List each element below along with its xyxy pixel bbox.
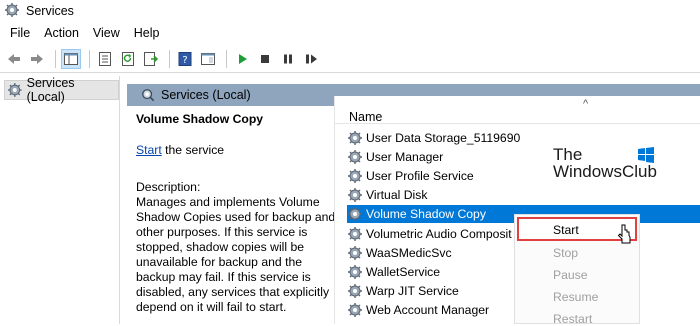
refresh-icon: [122, 51, 134, 66]
toolbar-separator: [169, 49, 170, 68]
menu-help[interactable]: Help: [134, 26, 160, 40]
context-menu-pause[interactable]: Pause: [553, 268, 588, 282]
view-button[interactable]: [198, 49, 218, 69]
tree-item-services-local[interactable]: Services (Local): [4, 76, 119, 104]
stop-icon: [261, 54, 269, 63]
console-tree-pane: Services (Local): [0, 76, 120, 324]
pause-icon: [284, 54, 292, 63]
service-gear-icon: [347, 245, 363, 261]
service-gear-icon: [347, 302, 363, 318]
properties-button[interactable]: [95, 49, 115, 69]
back-button[interactable]: [4, 49, 24, 69]
search-gear-icon: [142, 89, 155, 102]
service-name: User Manager: [366, 150, 444, 165]
help-button[interactable]: ?: [175, 49, 195, 69]
menu-view[interactable]: View: [93, 26, 120, 40]
service-name: User Profile Service: [366, 169, 474, 184]
restart-icon: [306, 54, 317, 63]
service-gear-icon: [347, 264, 363, 280]
start-service-line: Start the service: [136, 143, 336, 158]
pause-service-button[interactable]: [278, 49, 298, 69]
service-gear-icon: [347, 283, 363, 299]
window-title: Services: [26, 4, 74, 18]
view-icon: [201, 52, 215, 65]
pane-header-title: Services (Local): [161, 88, 251, 102]
svg-text:?: ?: [182, 55, 187, 66]
service-name: WalletService: [366, 264, 441, 279]
menu-action[interactable]: Action: [44, 26, 79, 40]
service-name: Volumetric Audio Composit: [366, 226, 512, 241]
service-gear-icon: [347, 226, 363, 242]
start-service-suffix: the service: [161, 143, 225, 157]
service-name: Volume Shadow Copy: [366, 207, 486, 222]
toolbar-separator: [55, 49, 56, 68]
description-label: Description:: [136, 180, 201, 194]
windows-logo-icon: [638, 147, 654, 163]
context-menu-stop[interactable]: Stop: [553, 246, 578, 260]
selected-service-name: Volume Shadow Copy: [136, 112, 264, 126]
refresh-button[interactable]: [118, 49, 138, 69]
column-header: ^ Name: [335, 96, 700, 124]
service-name: Web Account Manager: [366, 302, 490, 317]
mouse-cursor-icon: [617, 224, 631, 244]
service-name: WaaSMedicSvc: [366, 245, 452, 260]
tree-item-label: Services (Local): [26, 76, 75, 104]
watermark-line2: WindowsClub: [553, 162, 657, 181]
service-gear-icon: [347, 206, 363, 222]
menu-bar: File Action View Help: [0, 24, 168, 42]
service-row[interactable]: User Data Storage_5119690: [347, 129, 700, 147]
forward-button[interactable]: [27, 49, 47, 69]
title-bar: Services: [0, 0, 700, 22]
gear-icon: [7, 83, 22, 97]
arrow-left-icon: [8, 53, 20, 64]
console-tree-icon: [64, 52, 78, 65]
start-service-button[interactable]: [232, 49, 252, 69]
services-app-icon: [4, 2, 20, 21]
properties-icon: [99, 51, 111, 66]
service-name: Warp JIT Service: [366, 283, 459, 298]
service-gear-icon: [347, 187, 363, 203]
stop-service-button[interactable]: [255, 49, 275, 69]
menu-file[interactable]: File: [10, 26, 30, 40]
toolbar-separator: [226, 49, 227, 68]
service-row[interactable]: Virtual Disk: [347, 186, 700, 204]
context-menu-start[interactable]: Start: [553, 223, 579, 237]
restart-service-button[interactable]: [301, 49, 321, 69]
sort-indicator-icon: ^: [583, 98, 589, 110]
help-icon: ?: [178, 51, 192, 66]
play-icon: [239, 53, 247, 64]
service-name: Virtual Disk: [366, 188, 428, 203]
show-hide-console-tree-button[interactable]: [61, 48, 81, 69]
toolbar: ?: [0, 45, 700, 73]
start-service-link[interactable]: Start: [136, 143, 162, 157]
context-menu-resume[interactable]: Resume: [553, 290, 598, 304]
toolbar-separator: [89, 49, 90, 68]
service-gear-icon: [347, 168, 363, 184]
service-gear-icon: [347, 130, 363, 146]
description-text: Manages and implements Volume Shadow Cop…: [136, 195, 336, 314]
export-list-button[interactable]: [141, 49, 161, 69]
column-header-name[interactable]: Name: [349, 110, 382, 124]
service-gear-icon: [347, 149, 363, 165]
arrow-right-icon: [31, 53, 43, 64]
service-name: User Data Storage_5119690: [366, 131, 521, 145]
export-icon: [144, 51, 159, 66]
watermark: The WindowsClub: [553, 146, 663, 180]
description-panel: Volume Shadow Copy Start the service Des…: [136, 112, 336, 315]
